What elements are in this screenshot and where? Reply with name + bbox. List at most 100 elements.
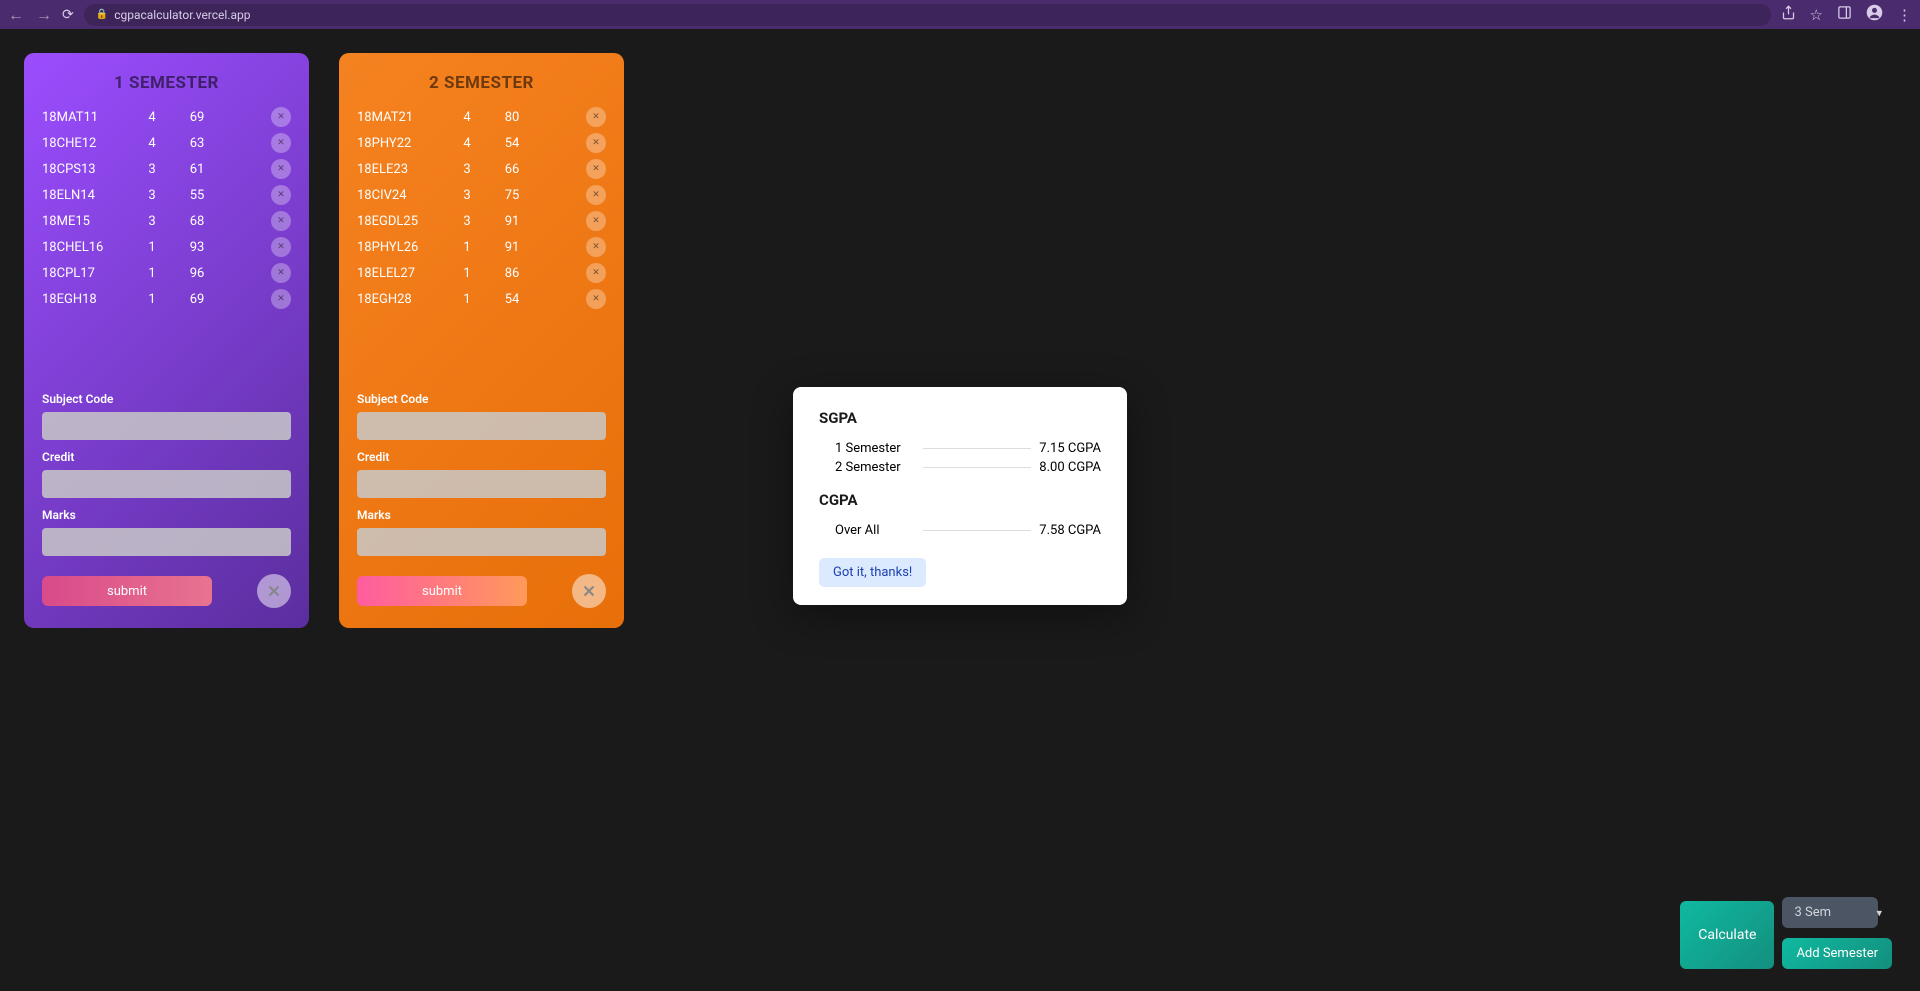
subject-code-input[interactable] [357, 412, 606, 440]
subject-credit: 1 [132, 292, 172, 307]
delete-subject-button[interactable]: ✕ [271, 107, 291, 127]
delete-subject-button[interactable]: ✕ [586, 159, 606, 179]
subject-marks: 86 [487, 266, 537, 281]
sgpa-heading: SGPA [819, 409, 1101, 427]
divider [923, 530, 1031, 531]
subjects-list: 18MAT11469✕18CHE12463✕18CPS13361✕18ELN14… [42, 107, 291, 392]
credit-input[interactable] [357, 470, 606, 498]
subject-code-label: Subject Code [357, 392, 606, 406]
credit-input[interactable] [42, 470, 291, 498]
subject-code: 18CIV24 [357, 188, 447, 203]
subject-credit: 3 [132, 162, 172, 177]
subject-marks: 54 [487, 292, 537, 307]
subject-marks: 55 [172, 188, 222, 203]
add-subject-form: Subject Code Credit Marks [42, 392, 291, 566]
subject-code: 18CPS13 [42, 162, 132, 177]
subject-row: 18CHE12463✕ [42, 133, 291, 153]
subject-row: 18ELEL27186✕ [357, 263, 606, 283]
subject-code: 18CHE12 [42, 136, 132, 151]
credit-label: Credit [42, 450, 291, 464]
result-label: 1 Semester [835, 441, 915, 456]
share-icon[interactable] [1781, 5, 1796, 24]
subject-marks: 68 [172, 214, 222, 229]
reload-icon[interactable]: ⟳ [62, 7, 74, 23]
subject-code: 18PHY22 [357, 136, 447, 151]
result-row: Over All7.58 CGPA [819, 523, 1101, 538]
nav-arrows: ← → [8, 5, 52, 25]
subject-credit: 3 [132, 188, 172, 203]
url-bar[interactable]: 🔒 cgpacalculator.vercel.app [84, 4, 1771, 26]
add-semester-button[interactable]: Add Semester [1782, 938, 1892, 969]
subject-marks: 54 [487, 136, 537, 151]
delete-subject-button[interactable]: ✕ [271, 237, 291, 257]
chrome-actions: ☆ ⋮ [1781, 4, 1912, 25]
delete-subject-button[interactable]: ✕ [586, 133, 606, 153]
delete-subject-button[interactable]: ✕ [271, 133, 291, 153]
delete-semester-button[interactable] [572, 574, 606, 608]
delete-subject-button[interactable]: ✕ [271, 289, 291, 309]
subject-code: 18EGH18 [42, 292, 132, 307]
subject-row: 18CPL17196✕ [42, 263, 291, 283]
subject-code: 18ME15 [42, 214, 132, 229]
got-it-button[interactable]: Got it, thanks! [819, 558, 926, 587]
subject-row: 18MAT11469✕ [42, 107, 291, 127]
subject-credit: 1 [447, 240, 487, 255]
subject-marks: 69 [172, 292, 222, 307]
delete-subject-button[interactable]: ✕ [586, 237, 606, 257]
marks-input[interactable] [42, 528, 291, 556]
subject-credit: 1 [447, 292, 487, 307]
subject-credit: 3 [447, 214, 487, 229]
subject-code: 18PHYL26 [357, 240, 447, 255]
star-icon[interactable]: ☆ [1810, 6, 1823, 24]
subject-code: 18ELEL27 [357, 266, 447, 281]
delete-subject-button[interactable]: ✕ [271, 263, 291, 283]
subject-credit: 1 [132, 266, 172, 281]
subject-marks: 80 [487, 110, 537, 125]
submit-button[interactable]: submit [42, 576, 212, 606]
lock-icon: 🔒 [96, 9, 108, 20]
subject-row: 18CHEL16193✕ [42, 237, 291, 257]
menu-icon[interactable]: ⋮ [1897, 6, 1912, 24]
semester-select[interactable]: 3 Sem [1782, 897, 1878, 928]
submit-button[interactable]: submit [357, 576, 527, 606]
semester-card-2: 2 SEMESTER 18MAT21480✕18PHY22454✕18ELE23… [339, 53, 624, 628]
delete-subject-button[interactable]: ✕ [271, 211, 291, 231]
delete-subject-button[interactable]: ✕ [586, 107, 606, 127]
subject-row: 18EGDL25391✕ [357, 211, 606, 231]
marks-input[interactable] [357, 528, 606, 556]
delete-subject-button[interactable]: ✕ [271, 185, 291, 205]
subject-row: 18PHYL26191 ✕ [357, 237, 606, 257]
subject-marks: 91 [487, 240, 537, 255]
close-icon [580, 582, 598, 600]
card-footer: submit [42, 574, 291, 608]
result-value: 7.58 CGPA [1039, 523, 1101, 538]
delete-semester-button[interactable] [257, 574, 291, 608]
subject-credit: 3 [447, 162, 487, 177]
delete-subject-button[interactable]: ✕ [586, 211, 606, 231]
subject-marks: 69 [172, 110, 222, 125]
delete-subject-button[interactable]: ✕ [586, 263, 606, 283]
subject-marks: 91 [487, 214, 537, 229]
subject-code: 18ELE23 [357, 162, 447, 177]
divider [923, 448, 1031, 449]
panel-icon[interactable] [1837, 5, 1852, 24]
subject-row: 18ELN14355 ✕ [42, 185, 291, 205]
delete-subject-button[interactable]: ✕ [586, 185, 606, 205]
forward-icon[interactable]: → [36, 5, 52, 25]
delete-subject-button[interactable]: ✕ [586, 289, 606, 309]
subject-credit: 4 [132, 136, 172, 151]
subject-code: 18ELN14 [42, 188, 132, 203]
subject-code: 18MAT11 [42, 110, 132, 125]
subject-credit: 1 [132, 240, 172, 255]
semester-title: 1 SEMESTER [42, 73, 291, 93]
subject-code-label: Subject Code [42, 392, 291, 406]
back-icon[interactable]: ← [8, 5, 24, 25]
subject-credit: 4 [447, 110, 487, 125]
subject-code-input[interactable] [42, 412, 291, 440]
delete-subject-button[interactable]: ✕ [271, 159, 291, 179]
result-value: 7.15 CGPA [1039, 441, 1101, 456]
calculate-button[interactable]: Calculate [1680, 901, 1774, 969]
subject-row: 18CIV24375✕ [357, 185, 606, 205]
profile-icon[interactable] [1866, 4, 1883, 25]
semester-card-1: 1 SEMESTER 18MAT11469✕18CHE12463✕18CPS13… [24, 53, 309, 628]
